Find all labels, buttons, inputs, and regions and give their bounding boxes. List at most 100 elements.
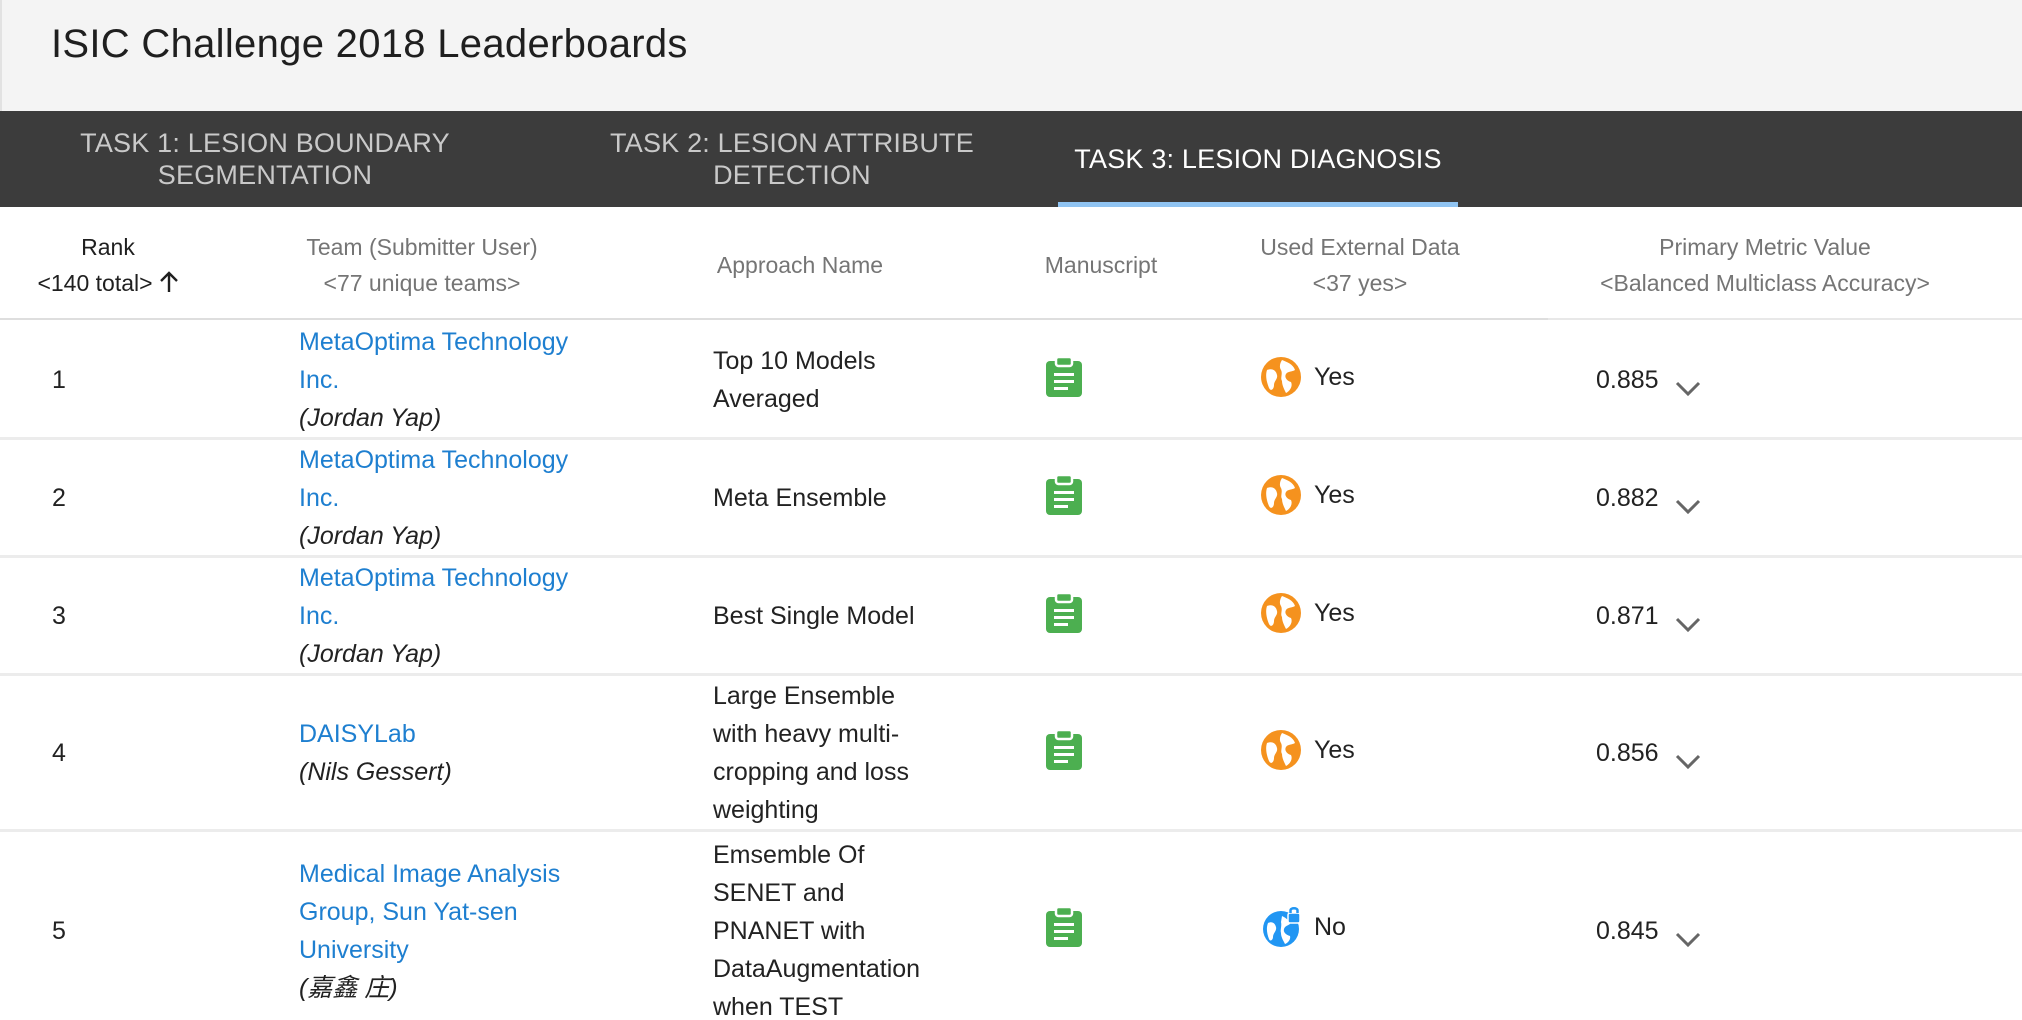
metric-cell: 0.856 — [1596, 734, 1701, 772]
arrow-up-icon[interactable] — [159, 267, 179, 303]
metric-cell: 0.845 — [1596, 912, 1701, 950]
approach-line: weighting — [713, 796, 819, 824]
column-header-metric: Primary Metric Value <Balanced Multiclas… — [1560, 229, 1970, 301]
column-header-team: Team (Submitter User) <77 unique teams> — [287, 229, 557, 301]
tab-task-3[interactable]: Task 3: Lesion Diagnosis — [1058, 111, 1458, 207]
team-link[interactable]: DAISYLab — [299, 715, 619, 753]
public-globe-icon — [1260, 474, 1302, 516]
tab-task-2-label-line2: Detection — [713, 160, 871, 190]
chevron-down-icon[interactable] — [1675, 744, 1701, 770]
external-data-value: Yes — [1314, 363, 1355, 391]
approach-cell: Meta Ensemble — [713, 479, 963, 517]
column-header-metric-subtitle: <Balanced Multiclass Accuracy> — [1600, 270, 1930, 296]
title-bar: ISIC Challenge 2018 Leaderboards — [0, 0, 2022, 111]
public-globe-icon — [1260, 356, 1302, 398]
approach-line: Top 10 Models — [713, 347, 876, 375]
team-name-line1: MetaOptima Technology — [299, 564, 569, 592]
manuscript-icon[interactable] — [1044, 905, 1084, 948]
locked-globe-icon — [1260, 906, 1302, 948]
external-data-cell: Yes — [1260, 356, 1355, 398]
column-header-external-count: <37 yes> — [1312, 270, 1408, 296]
page-title: ISIC Challenge 2018 Leaderboards — [51, 22, 688, 66]
column-header-approach-title: Approach Name — [716, 252, 884, 278]
approach-cell: Large Ensemble with heavy multi- croppin… — [713, 677, 963, 829]
team-link[interactable]: Medical Image Analysis Group, Sun Yat-sen… — [299, 855, 619, 969]
team-name-line1: MetaOptima Technology — [299, 446, 569, 474]
metric-cell: 0.882 — [1596, 479, 1701, 517]
team-name-line1: Medical Image Analysis — [299, 860, 561, 888]
column-header-external-data: Used External Data <37 yes> — [1230, 229, 1490, 301]
chevron-down-icon[interactable] — [1675, 607, 1701, 633]
metric-value: 0.871 — [1596, 602, 1659, 630]
manuscript-icon[interactable] — [1044, 591, 1084, 634]
team-name-line1: DAISYLab — [299, 720, 416, 748]
submitter-user: (Nils Gessert) — [299, 758, 452, 786]
table-row: 4 DAISYLab (Nils Gessert) Large Ensemble… — [0, 676, 2022, 832]
approach-line: PNANET with — [713, 917, 866, 945]
team-cell: MetaOptima Technology Inc. (Jordan Yap) — [299, 559, 619, 673]
team-name-line1: MetaOptima Technology — [299, 328, 569, 356]
metric-value: 0.856 — [1596, 739, 1659, 767]
rank-cell: 1 — [52, 366, 66, 394]
rank-cell: 5 — [52, 917, 66, 945]
column-header-external-title: Used External Data — [1260, 234, 1460, 260]
metric-value: 0.882 — [1596, 484, 1659, 512]
column-header-manuscript: Manuscript — [1020, 247, 1182, 283]
metric-cell: 0.871 — [1596, 597, 1701, 635]
tab-task-2[interactable]: Task 2: Lesion Attribute Detection — [582, 111, 1002, 207]
team-cell: Medical Image Analysis Group, Sun Yat-sen… — [299, 855, 619, 1007]
external-data-cell: Yes — [1260, 474, 1355, 516]
submitter-user: (Jordan Yap) — [299, 522, 442, 550]
team-name-line2: Group, Sun Yat-sen — [299, 898, 518, 926]
approach-line: DataAugmentation — [713, 955, 921, 983]
manuscript-icon[interactable] — [1044, 473, 1084, 516]
team-link[interactable]: MetaOptima Technology Inc. — [299, 323, 619, 399]
team-cell: DAISYLab (Nils Gessert) — [299, 715, 619, 791]
approach-line: Emsemble Of — [713, 841, 865, 869]
column-header-metric-title: Primary Metric Value — [1659, 234, 1871, 260]
public-globe-icon — [1260, 729, 1302, 771]
chevron-down-icon[interactable] — [1675, 371, 1701, 397]
approach-line: Meta Ensemble — [713, 484, 887, 512]
chevron-down-icon[interactable] — [1675, 922, 1701, 948]
team-cell: MetaOptima Technology Inc. (Jordan Yap) — [299, 441, 619, 555]
approach-cell: Top 10 Models Averaged — [713, 342, 963, 418]
approach-line: SENET and — [713, 879, 845, 907]
approach-line: Averaged — [713, 385, 820, 413]
column-header-team-title: Team (Submitter User) — [306, 234, 538, 260]
approach-line: Large Ensemble — [713, 682, 896, 710]
submitter-user: (Jordan Yap) — [299, 640, 442, 668]
manuscript-icon[interactable] — [1044, 355, 1084, 398]
column-header-rank-total: <140 total> — [37, 270, 153, 296]
approach-line: with heavy multi- — [713, 720, 900, 748]
chevron-down-icon[interactable] — [1675, 489, 1701, 515]
approach-cell: Emsemble Of SENET and PNANET with DataAu… — [713, 836, 963, 1020]
table-header: Rank <140 total> Team (Submitter User) <… — [0, 207, 2022, 321]
manuscript-icon[interactable] — [1044, 728, 1084, 771]
metric-value: 0.885 — [1596, 366, 1659, 394]
table-row: 2 MetaOptima Technology Inc. (Jordan Yap)… — [0, 440, 2022, 558]
team-link[interactable]: MetaOptima Technology Inc. — [299, 441, 619, 517]
table-row: 1 MetaOptima Technology Inc. (Jordan Yap)… — [0, 320, 2022, 440]
column-header-manuscript-title: Manuscript — [1044, 252, 1158, 278]
tab-task-2-label-line1: Task 2: Lesion Attribute — [610, 128, 974, 158]
rank-cell: 4 — [52, 739, 66, 767]
external-data-value: Yes — [1314, 481, 1355, 509]
metric-cell: 0.885 — [1596, 361, 1701, 399]
column-header-rank-title: Rank — [81, 234, 135, 260]
tab-task-3-label: Task 3: Lesion Diagnosis — [1074, 144, 1442, 174]
tab-task-1[interactable]: Task 1: Lesion Boundary Segmentation — [55, 111, 475, 207]
approach-line: Best Single Model — [713, 602, 915, 630]
submitter-user: (嘉鑫 庄) — [299, 974, 398, 1002]
external-data-value: Yes — [1314, 736, 1355, 764]
approach-line: when TEST — [713, 993, 844, 1020]
rank-cell: 3 — [52, 602, 66, 630]
column-header-rank[interactable]: Rank <140 total> — [30, 229, 186, 303]
tab-task-1-label-line2: Segmentation — [157, 160, 373, 190]
column-header-approach: Approach Name — [700, 247, 900, 283]
team-name-line2: Inc. — [299, 602, 340, 630]
team-link[interactable]: MetaOptima Technology Inc. — [299, 559, 619, 635]
table-row: 3 MetaOptima Technology Inc. (Jordan Yap)… — [0, 558, 2022, 676]
team-name-line2: Inc. — [299, 484, 340, 512]
approach-cell: Best Single Model — [713, 597, 963, 635]
